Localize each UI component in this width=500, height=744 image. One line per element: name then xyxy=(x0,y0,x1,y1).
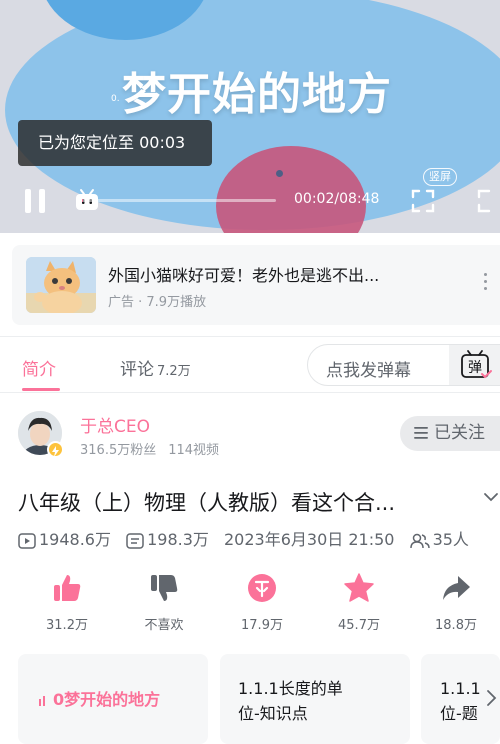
star-icon xyxy=(344,573,374,602)
video-title: 八年级（上）物理（人教版）看这个合... xyxy=(18,491,396,515)
kitten-image xyxy=(26,257,96,313)
dislike-button[interactable]: 不喜欢 xyxy=(129,572,199,633)
follow-button-label: 已关注 xyxy=(434,423,485,443)
episode-card-current[interactable]: 0梦开始的地方 xyxy=(18,654,208,744)
danmaku-count-value: 198.3万 xyxy=(147,530,209,549)
coin-button[interactable]: 17.9万 xyxy=(227,572,297,633)
follow-button[interactable]: 已关注 xyxy=(400,416,500,451)
playing-indicator-icon xyxy=(39,695,45,706)
uploader-videos: 114视频 xyxy=(168,443,220,458)
video-background-dot xyxy=(276,170,283,177)
tab-comments-label: 评论 xyxy=(120,360,154,380)
progress-bar-fill xyxy=(82,199,83,202)
favorite-count: 45.7万 xyxy=(338,618,380,633)
verified-badge-icon xyxy=(47,441,64,458)
tab-bar: 简介 评论 7.2万 点我发弹幕 弹 xyxy=(0,336,500,393)
video-frame-text: 0. xyxy=(111,94,120,104)
uploader-name[interactable]: 于总CEO xyxy=(80,412,150,437)
video-frame-title: 梦开始的地方 xyxy=(122,69,392,120)
ad-thumbnail xyxy=(26,257,96,313)
playback-time: 00:02/08:48 xyxy=(294,191,380,207)
more-options-icon[interactable] xyxy=(482,273,488,295)
progress-bar[interactable] xyxy=(82,199,276,202)
uploader-fans: 316.5万粉丝 xyxy=(80,443,157,458)
coin-icon xyxy=(248,574,276,602)
video-player[interactable]: 0. 梦开始的地方 已为您定位至 00:03 竖屏 00:02/08:48 xyxy=(0,0,500,233)
share-count: 18.8万 xyxy=(435,618,477,633)
episode-title: 0梦开始的地方 xyxy=(53,690,161,709)
play-count-value: 1948.6万 xyxy=(39,530,111,549)
like-button[interactable]: 31.2万 xyxy=(32,572,102,633)
episode-label: 0梦开始的地方 xyxy=(38,686,160,710)
resume-toast: 已为您定位至 00:03 xyxy=(18,120,212,166)
danmaku-icon-label: 弹 xyxy=(468,360,482,376)
watching-count: 35人 xyxy=(409,526,469,550)
danmaku-toggle-button[interactable]: 弹 xyxy=(449,345,500,385)
danmaku-icon: 弹 xyxy=(461,350,492,379)
thumbs-up-icon xyxy=(54,575,81,601)
thumbs-down-icon xyxy=(151,575,178,601)
people-icon xyxy=(409,533,430,548)
like-count: 31.2万 xyxy=(46,618,88,633)
danmaku-count-icon xyxy=(126,532,144,549)
tab-comments-count: 7.2万 xyxy=(157,364,191,379)
danmaku-box: 点我发弹幕 弹 xyxy=(307,344,500,386)
video-stats: 1948.6万 198.3万 2023年6月30日 21:50 35人 xyxy=(18,526,479,550)
pause-button[interactable] xyxy=(25,189,47,213)
ad-card[interactable]: 外国小猫咪好可爱！老外也是逃不出... 广告 · 7.9万播放 xyxy=(12,245,500,325)
watching-count-value: 35人 xyxy=(432,530,469,549)
menu-icon xyxy=(414,427,428,439)
coin-count: 17.9万 xyxy=(241,618,283,633)
chevron-down-icon[interactable] xyxy=(482,488,500,506)
favorite-button[interactable]: 45.7万 xyxy=(324,572,394,633)
share-button[interactable]: 18.8万 xyxy=(421,572,491,633)
play-icon xyxy=(18,532,36,549)
tab-intro[interactable]: 简介 xyxy=(22,355,56,380)
danmaku-input[interactable]: 点我发弹幕 xyxy=(326,356,411,381)
portrait-mode-button[interactable]: 竖屏 xyxy=(423,168,457,186)
publish-date: 2023年6月30日 21:50 xyxy=(224,530,395,549)
play-count: 1948.6万 xyxy=(18,526,111,550)
more-player-icon[interactable] xyxy=(477,189,500,213)
tab-active-indicator xyxy=(22,388,60,391)
uploader-meta: 316.5万粉丝 114视频 xyxy=(80,439,231,458)
fullscreen-icon[interactable] xyxy=(411,189,435,213)
dislike-label: 不喜欢 xyxy=(144,618,184,633)
ad-title: 外国小猫咪好可爱！老外也是逃不出... xyxy=(108,266,380,285)
episode-title: 1.1.1位-题 xyxy=(440,679,481,723)
ad-meta: 广告 · 7.9万播放 xyxy=(108,295,207,310)
share-icon xyxy=(443,576,470,600)
episode-title: 1.1.1长度的单位-知识点 xyxy=(238,679,343,723)
tab-comments[interactable]: 评论 7.2万 xyxy=(120,355,191,380)
danmaku-count: 198.3万 xyxy=(126,526,209,550)
episode-card[interactable]: 1.1.1长度的单位-知识点 xyxy=(220,654,410,744)
chevron-right-icon[interactable] xyxy=(484,688,498,708)
